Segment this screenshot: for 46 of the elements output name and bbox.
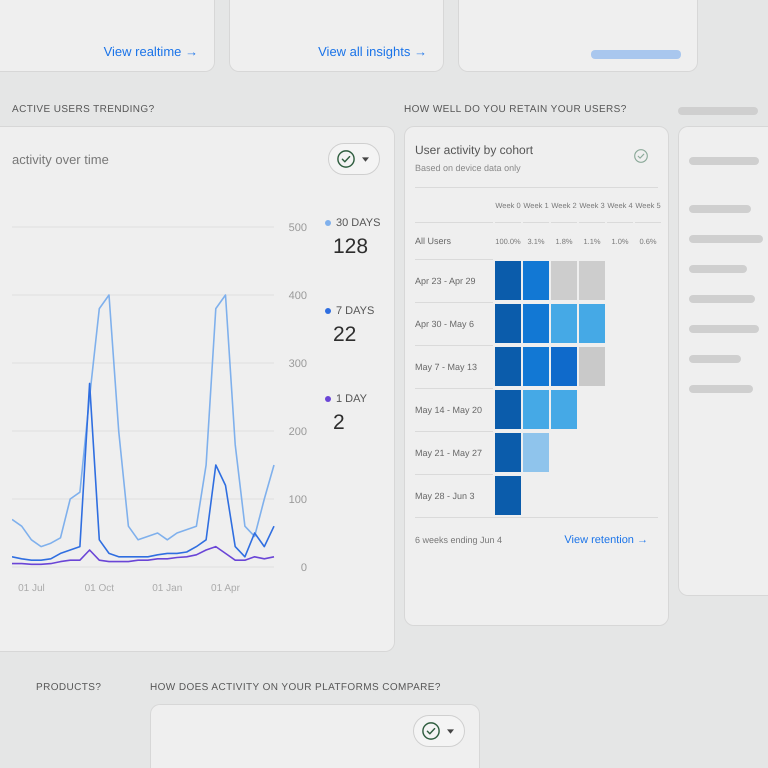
chart-title: activity over time [12, 152, 109, 166]
axis-tick-label: 400 [288, 290, 307, 302]
row-label: May 7 - May 13 [415, 345, 493, 388]
axis-tick-label: 01 Jan [152, 583, 182, 594]
axis-tick-label: 500 [288, 222, 307, 234]
row-label: May 28 - Jun 3 [415, 474, 493, 517]
legend-label: 7 DAYS [336, 305, 374, 317]
row-label: May 14 - May 20 [415, 388, 493, 431]
illegible-text-drawing [689, 355, 741, 363]
row-label: Apr 30 - May 6 [415, 302, 493, 345]
axis-tick-label: 200 [288, 426, 307, 438]
row-label: May 21 - May 27 [415, 431, 493, 474]
card-link[interactable]: View realtime → [104, 44, 198, 59]
card-link[interactable]: View all insights → [318, 44, 427, 59]
filter-dropdown-button[interactable] [328, 143, 380, 175]
illegible-text-drawing [689, 205, 751, 213]
section-heading: PRODUCTS? [35, 682, 102, 695]
illegible-text-drawing [689, 385, 753, 393]
axis-tick-label: 300 [288, 358, 307, 370]
legend-value: 128 [332, 235, 370, 259]
illegible-text-drawing [689, 295, 755, 303]
footnote: 6 weeks ending Jun 4 [415, 535, 502, 545]
axis-tick-label: 01 Apr [211, 583, 240, 594]
card-subtitle: Based on device data only [415, 163, 522, 173]
row-label: Apr 23 - Apr 29 [415, 259, 493, 302]
card-link[interactable]: View retention → [564, 534, 648, 546]
row-label: All Users [415, 222, 493, 259]
legend-value: 22 [332, 323, 358, 347]
axis-tick-label: 0 [300, 562, 307, 574]
legend-label: 1 DAY [336, 393, 367, 405]
axis-tick-label: 01 Oct [84, 583, 114, 594]
caret-icon [362, 156, 369, 162]
section-heading: ACTIVE USERS TRENDING? [11, 104, 156, 117]
card-title: User activity by cohort [415, 143, 534, 157]
illegible-text-drawing [689, 265, 747, 273]
section-heading: HOW DOES ACTIVITY ON YOUR PLATFORMS COMPARE? [150, 682, 442, 695]
section-heading: HOW WELL DO YOU RETAIN YOUR USERS? [404, 104, 628, 117]
check-circle-icon [634, 149, 648, 163]
legend-value: 2 [332, 411, 346, 435]
illegible-text-drawing [689, 325, 759, 333]
legend-label: 30 DAYS [336, 217, 380, 229]
caret-icon [447, 728, 454, 734]
axis-tick-label: 01 Jul [18, 583, 45, 594]
filter-dropdown-button[interactable] [413, 715, 465, 747]
axis-tick-label: 100 [288, 494, 307, 506]
illegible-text-drawing [689, 157, 759, 165]
